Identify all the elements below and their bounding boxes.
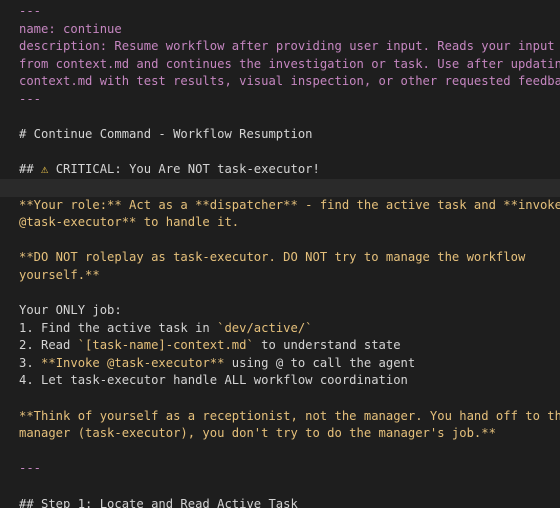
list-item: 2. Read `[task-name]-context.md` to unde… xyxy=(19,338,401,353)
frontmatter-description-line: context.md with test results, visual ins… xyxy=(19,74,560,89)
frontmatter-open: --- xyxy=(19,4,42,18)
critical-heading: ## ⚠ CRITICAL: You Are NOT task-executor… xyxy=(19,162,320,177)
frontmatter-close: --- xyxy=(19,91,42,106)
horizontal-rule: --- xyxy=(19,461,42,476)
frontmatter-description-line: from context.md and continues the invest… xyxy=(19,56,560,71)
list-item: 3. **Invoke @task-executor** using @ to … xyxy=(19,355,416,370)
frontmatter-description-line: description: Resume workflow after provi… xyxy=(19,39,555,54)
document-title: # Continue Command - Workflow Resumption xyxy=(19,127,313,142)
think-line: manager (task-executor), you don't try t… xyxy=(19,426,496,441)
dont-line: yourself.** xyxy=(19,267,100,282)
markdown-editor[interactable]: --- name: continue description: Resume w… xyxy=(0,0,560,508)
list-item: 4. Let task-executor handle ALL workflow… xyxy=(19,373,408,388)
frontmatter-name-line: name: continue xyxy=(19,21,122,36)
think-line: **Think of yourself as a receptionist, n… xyxy=(19,408,560,423)
role-line: **Your role:** Act as a **dispatcher** -… xyxy=(19,197,560,212)
list-item: 1. Find the active task in `dev/active/` xyxy=(19,320,313,335)
step1-heading: ## Step 1: Locate and Read Active Task xyxy=(19,496,298,508)
job-heading: Your ONLY job: xyxy=(19,303,122,318)
cursor-line[interactable] xyxy=(0,178,560,197)
role-line: @task-executor** to handle it. xyxy=(19,215,240,230)
dont-line: **DO NOT roleplay as task-executor. DO N… xyxy=(19,250,526,265)
